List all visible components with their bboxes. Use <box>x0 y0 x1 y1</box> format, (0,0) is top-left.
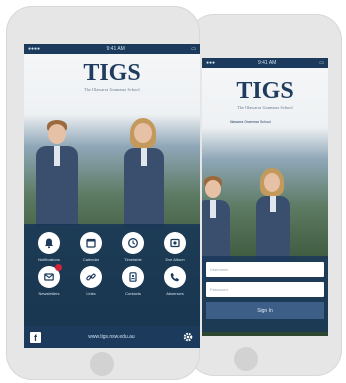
signal-icon: ●●●● <box>28 46 41 52</box>
tile-calendar[interactable]: Calendar <box>70 232 112 262</box>
link-icon <box>80 266 102 288</box>
back-phone: ●●● 9:41 AM ▭ TIGS The Illawarra Grammar… <box>188 14 342 376</box>
password-field[interactable]: Password <box>206 282 324 297</box>
login-form: Username Password Sign In <box>202 256 328 332</box>
app-footer: f www.tigs.nsw.edu.au <box>24 326 200 348</box>
status-bar: ●●●● 9:41 AM ▭ <box>24 44 200 54</box>
home-button[interactable] <box>90 352 114 376</box>
gear-icon[interactable] <box>182 331 194 343</box>
contacts-icon <box>122 266 144 288</box>
facebook-icon[interactable]: f <box>30 331 41 343</box>
tile-label: Timetable <box>124 257 142 262</box>
sign-in-button[interactable]: Sign In <box>206 302 324 319</box>
crest-caption: Illawarra Grammar School <box>230 120 271 124</box>
password-placeholder: Password <box>210 287 228 292</box>
notification-badge <box>55 264 62 271</box>
calendar-icon <box>80 232 102 254</box>
tile-label: Contacts <box>125 291 141 296</box>
tile-contacts[interactable]: Contacts <box>112 266 154 296</box>
tile-label: Absences <box>166 291 184 296</box>
clock-icon <box>122 232 144 254</box>
tile-timetable[interactable]: Timetable <box>112 232 154 262</box>
username-field[interactable]: Username <box>206 262 324 277</box>
back-phone-screen: ●●● 9:41 AM ▭ TIGS The Illawarra Grammar… <box>202 58 328 336</box>
front-phone-screen: ●●●● 9:41 AM ▭ TIGS The Illawarra Gramma… <box>24 44 200 348</box>
status-bar: ●●● 9:41 AM ▭ <box>202 58 328 68</box>
tile-label: Calendar <box>82 257 100 262</box>
phone-icon <box>164 266 186 288</box>
logo-text: TIGS <box>83 60 141 86</box>
tile-absences[interactable]: Absences <box>154 266 196 296</box>
logo-subtitle: The Illawarra Grammar School <box>237 105 293 110</box>
signal-icon: ●●● <box>206 60 216 66</box>
front-phone: ●●●● 9:41 AM ▭ TIGS The Illawarra Gramma… <box>6 6 200 380</box>
home-button[interactable] <box>234 347 258 371</box>
album-icon <box>164 232 186 254</box>
battery-icon: ▭ <box>319 60 324 66</box>
logo-text: TIGS <box>236 78 294 104</box>
username-placeholder: Username <box>210 267 229 272</box>
mail-icon <box>38 264 62 288</box>
status-time: 9:41 AM <box>106 46 125 52</box>
tile-newsletters[interactable]: Newsletters <box>28 264 70 296</box>
bell-icon <box>38 232 60 254</box>
tile-notifications[interactable]: Notifications <box>28 232 70 262</box>
tile-links[interactable]: Links <box>70 266 112 296</box>
status-time: 9:41 AM <box>257 60 277 66</box>
battery-icon: ▭ <box>191 46 196 52</box>
school-logo: TIGS The Illawarra Grammar School <box>202 78 328 110</box>
tile-label: Newsletters <box>38 291 60 296</box>
tile-label: Notifications <box>38 257 60 262</box>
tile-label: Links <box>86 291 96 296</box>
menu-panel: Notifications Calendar Timetable Eve Alb… <box>24 224 200 326</box>
tile-album[interactable]: Eve Album <box>154 232 196 262</box>
menu-grid: Notifications Calendar Timetable Eve Alb… <box>24 224 200 300</box>
tile-label: Eve Album <box>165 257 185 262</box>
website-link[interactable]: www.tigs.nsw.edu.au <box>88 334 134 340</box>
school-logo: TIGS The Illawarra Grammar School <box>24 60 200 92</box>
logo-subtitle: The Illawarra Grammar School <box>84 87 140 92</box>
